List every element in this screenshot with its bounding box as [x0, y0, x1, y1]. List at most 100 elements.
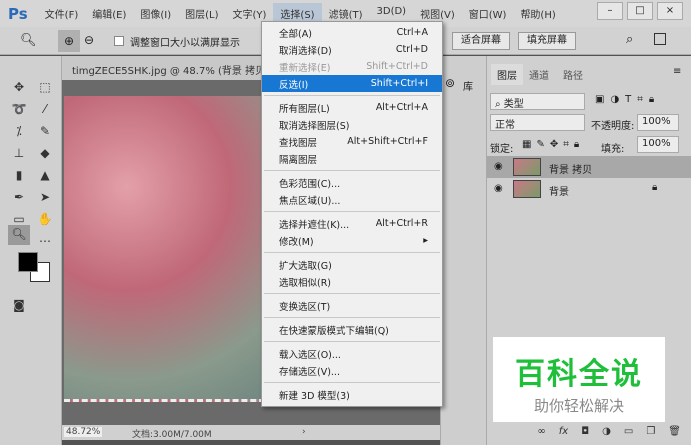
library-label[interactable]: 库	[463, 78, 473, 93]
menu-item-label: 焦点区域(U)...	[279, 195, 341, 207]
menu-separator	[264, 252, 440, 253]
layer-thumbnail	[513, 158, 541, 176]
select-menu-item[interactable]: 色彩范围(C)...	[262, 174, 442, 191]
eyedropper-icon[interactable]: ⁒	[10, 122, 28, 140]
maximize-button[interactable]: □	[627, 2, 653, 20]
search-icon[interactable]: ⌕	[626, 32, 633, 47]
path-select-icon[interactable]: ➤	[36, 188, 54, 206]
tab-channels[interactable]: 通道	[523, 64, 555, 85]
layer-filter-select[interactable]: ⌕ 类型	[490, 93, 585, 110]
menu-10[interactable]: 帮助(H)	[513, 3, 562, 24]
folder-icon[interactable]: ▭	[624, 426, 633, 439]
new-layer-icon[interactable]: ❐	[646, 426, 655, 439]
lasso-tool-icon[interactable]: ➰	[10, 100, 28, 118]
select-menu-item[interactable]: 反选(I) Shift+Ctrl+I	[262, 75, 442, 92]
menu-item-label: 色彩范围(C)...	[279, 178, 341, 190]
hand-icon[interactable]: ✋	[36, 210, 54, 228]
select-menu-item[interactable]: 焦点区域(U)...	[262, 191, 442, 208]
fill-input[interactable]: 100%	[637, 136, 679, 153]
pen-icon[interactable]: ✒	[10, 188, 28, 206]
menu-item-label: 查找图层	[279, 137, 318, 149]
tab-paths[interactable]: 路径	[557, 64, 589, 85]
menu-item-label: 全部(A)	[279, 28, 312, 40]
menu-1[interactable]: 编辑(E)	[85, 3, 133, 24]
select-menu-item[interactable]: 取消选择(D) Ctrl+D	[262, 41, 442, 58]
layer-name[interactable]: 背景 拷贝	[549, 161, 592, 176]
more-tools-icon[interactable]: ⋯	[36, 232, 54, 250]
blend-mode-select[interactable]: 正常	[490, 114, 585, 131]
close-button[interactable]: ×	[657, 2, 683, 20]
zoom-tool-icon[interactable]: 🔍︎	[20, 33, 37, 48]
layer-row[interactable]: ◉ 背景 🔒︎	[487, 178, 691, 200]
minimize-button[interactable]: –	[597, 2, 623, 20]
document-size: 文档:3.00M/7.00M	[132, 430, 212, 440]
brush-icon[interactable]: ✎	[36, 122, 54, 140]
menu-9[interactable]: 窗口(W)	[462, 3, 514, 24]
marquee-tool-icon[interactable]: ⬚	[36, 78, 54, 96]
select-menu-item[interactable]: 选择并遮住(K)... Alt+Ctrl+R	[262, 215, 442, 232]
menu-item-shortcut: Alt+Ctrl+R	[375, 218, 428, 229]
select-menu-item[interactable]: 载入选区(O)...	[262, 345, 442, 362]
layer-name[interactable]: 背景	[549, 183, 569, 198]
watermark-subtitle: 助你轻松解决	[533, 397, 624, 415]
menu-item-shortcut: ▸	[423, 235, 428, 246]
photoshop-logo: Ps	[8, 4, 28, 23]
select-menu-item[interactable]: 选取相似(R)	[262, 273, 442, 290]
tab-layers[interactable]: 图层	[491, 64, 523, 85]
stamp-icon[interactable]: ⊥	[10, 144, 28, 162]
visibility-eye-icon[interactable]: ◉	[494, 161, 503, 172]
zoom-tool-icon[interactable]: 🔍︎	[8, 225, 30, 245]
select-menu-item[interactable]: 重新选择(E) Shift+Ctrl+D	[262, 58, 442, 75]
blur-icon[interactable]: ▲	[36, 166, 54, 184]
fx-icon[interactable]: fx	[559, 426, 568, 439]
magic-wand-icon[interactable]: ⁄	[36, 100, 54, 118]
select-menu-item[interactable]: 存储选区(V)...	[262, 362, 442, 379]
layer-row[interactable]: ◉ 背景 拷贝	[487, 156, 691, 178]
visibility-eye-icon[interactable]: ◉	[494, 183, 503, 194]
menu-separator	[264, 382, 440, 383]
menu-item-label: 存储选区(V)...	[279, 366, 340, 378]
zoom-level[interactable]: 48.72%	[64, 427, 103, 437]
select-menu-item[interactable]: 扩大选取(G)	[262, 256, 442, 273]
menu-item-label: 隔离图层	[279, 154, 318, 166]
status-arrow-icon[interactable]: ›	[302, 427, 306, 437]
creative-cloud-icon[interactable]: ⊚	[445, 76, 455, 90]
menu-0[interactable]: 文件(F)	[38, 3, 86, 24]
select-menu-item[interactable]: 新建 3D 模型(3)	[262, 386, 442, 403]
select-menu-item[interactable]: 取消选择图层(S)	[262, 116, 442, 133]
select-menu-item[interactable]: 变换选区(T)	[262, 297, 442, 314]
foreground-color-swatch[interactable]	[18, 252, 38, 272]
watermark-title: 百科全说	[515, 357, 643, 392]
select-menu-item[interactable]: 修改(M) ▸	[262, 232, 442, 249]
menu-separator	[264, 95, 440, 96]
menu-3[interactable]: 图层(L)	[178, 3, 225, 24]
move-tool-icon[interactable]: ✥	[10, 78, 28, 96]
link-icon[interactable]: ∞	[537, 426, 545, 439]
select-menu-item[interactable]: 全部(A) Ctrl+A	[262, 24, 442, 41]
menu-2[interactable]: 图像(I)	[133, 3, 178, 24]
eraser-icon[interactable]: ◆	[36, 144, 54, 162]
opacity-input[interactable]: 100%	[637, 114, 679, 131]
trash-icon[interactable]: 🗑︎	[668, 426, 681, 439]
document-image[interactable]	[64, 96, 274, 402]
mask-icon[interactable]: ◘	[581, 426, 589, 439]
zoom-out-icon[interactable]: ⊖	[84, 33, 94, 47]
zoom-in-icon[interactable]: ⊕	[58, 30, 80, 52]
select-menu-item[interactable]: 隔离图层	[262, 150, 442, 167]
lock-icons[interactable]: ▦✎✥⌗🔒︎	[522, 139, 584, 150]
layers-panel-footer: ∞ fx ◘ ◑ ▭ ❐ 🗑︎	[487, 420, 691, 445]
fit-screen-button[interactable]: 适合屏幕	[452, 32, 510, 50]
quick-mask-icon[interactable]: ◙	[10, 296, 28, 314]
resize-window-checkbox[interactable]	[114, 36, 124, 46]
select-menu-item[interactable]: 在快速蒙版模式下编辑(Q)	[262, 321, 442, 338]
menu-separator	[264, 341, 440, 342]
fill-screen-button[interactable]: 填充屏幕	[518, 32, 576, 50]
adjustment-icon[interactable]: ◑	[602, 426, 611, 439]
gradient-icon[interactable]: ▮	[10, 166, 28, 184]
library-panel-strip: ⊚ 库	[440, 56, 487, 445]
select-menu-item[interactable]: 查找图层 Alt+Shift+Ctrl+F	[262, 133, 442, 150]
filter-icons[interactable]: ▣◑T⌗🔒︎	[595, 94, 660, 105]
workspace-icon[interactable]	[654, 33, 666, 45]
select-menu-item[interactable]: 所有图层(L) Alt+Ctrl+A	[262, 99, 442, 116]
panel-menu-icon[interactable]: ≡	[673, 66, 681, 77]
